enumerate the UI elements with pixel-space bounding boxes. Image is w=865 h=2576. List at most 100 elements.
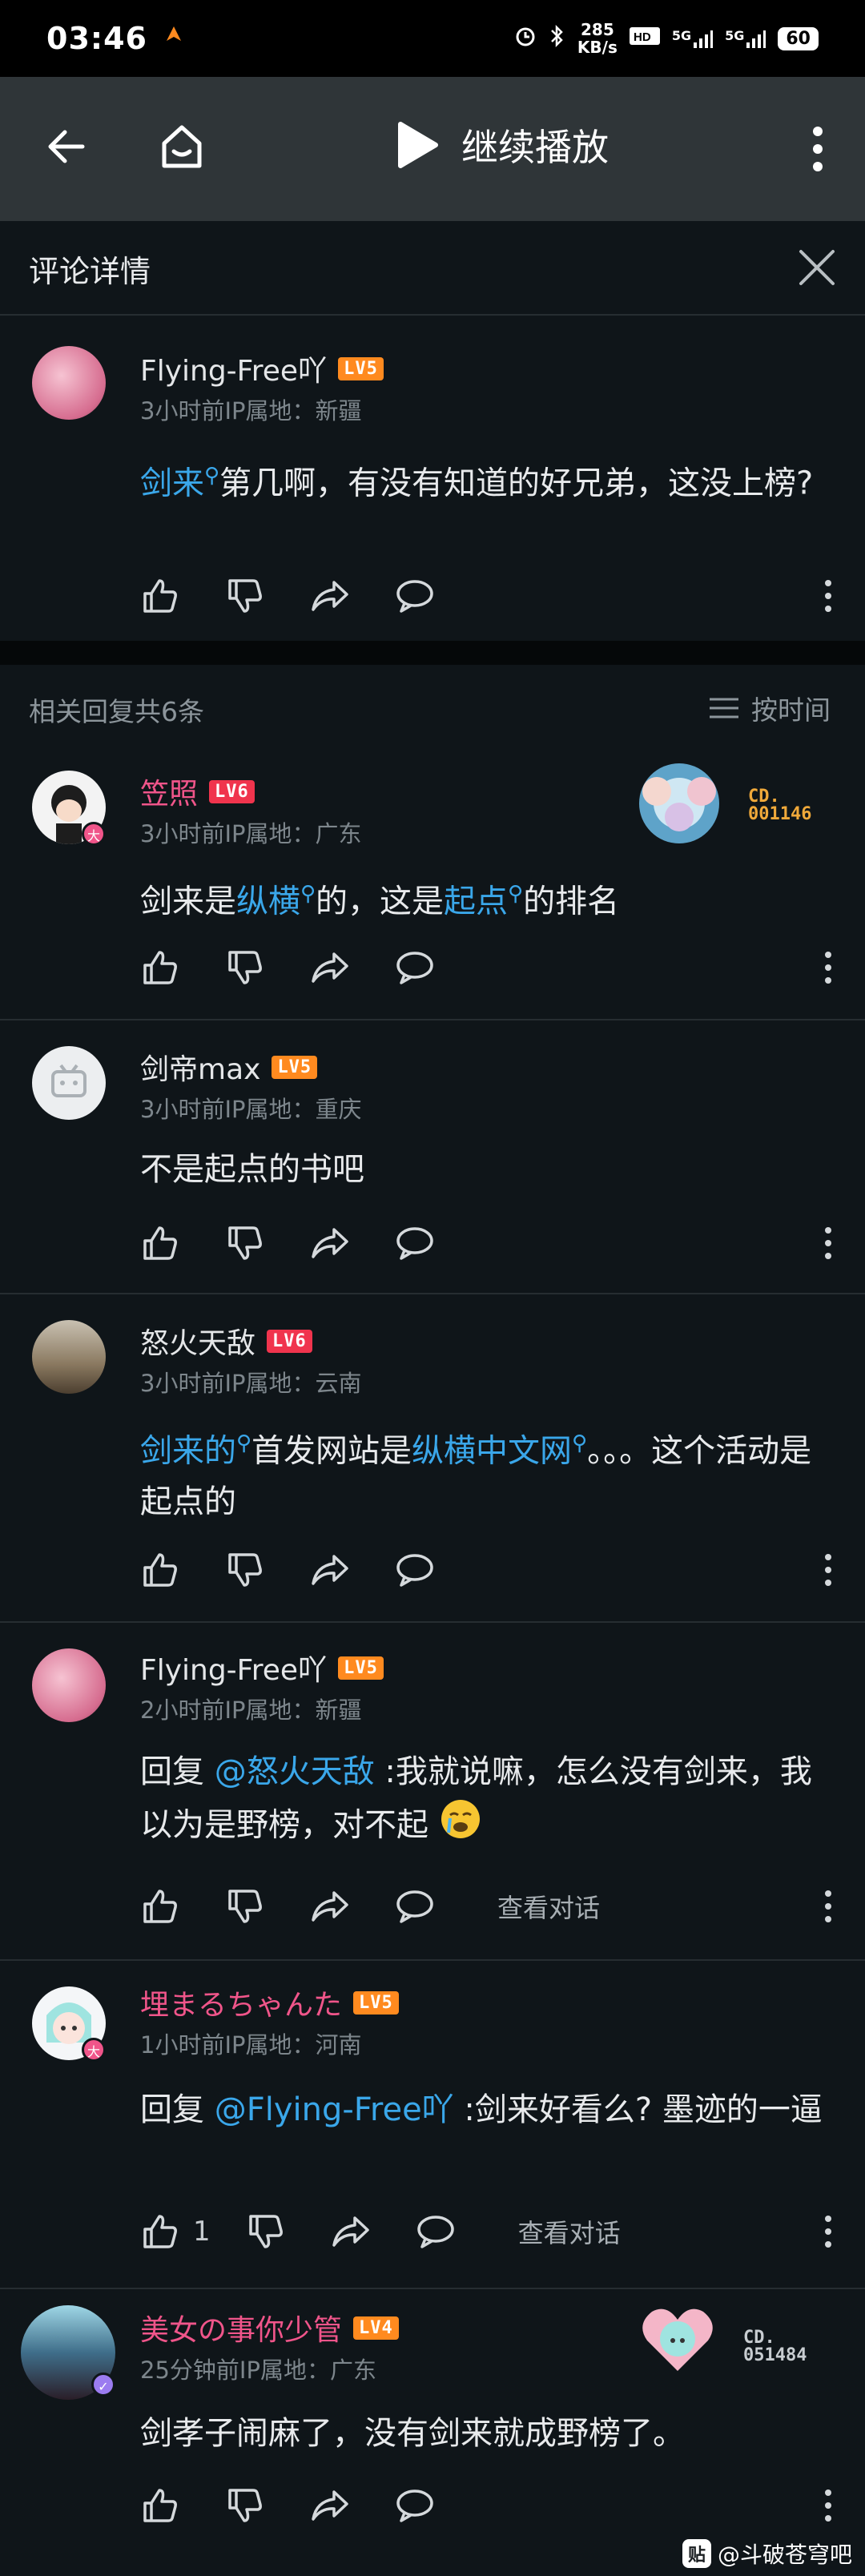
comment-bubble-icon	[396, 1890, 433, 1923]
comment-actions: 1 查看对话	[140, 2209, 837, 2254]
reply-item: Flying-Free吖 LV5 2小时前IP属地：新疆 回复 @怒火天敌 :我…	[0, 1623, 865, 1959]
reply-button[interactable]	[395, 1886, 435, 1926]
dislike-button[interactable]	[225, 1223, 265, 1263]
dislike-button[interactable]	[225, 2485, 265, 2526]
fan-decoration[interactable]	[633, 759, 726, 847]
reply-button[interactable]	[395, 1223, 435, 1263]
username[interactable]: 美女の事你少管 LV4	[140, 2307, 399, 2349]
share-button[interactable]	[310, 948, 350, 988]
keyword-link[interactable]: 纵横	[236, 883, 300, 920]
share-icon	[312, 1555, 348, 1585]
hd-icon: HD	[629, 24, 661, 53]
view-conversation-link[interactable]: 查看对话	[518, 2213, 621, 2250]
share-button[interactable]	[310, 1886, 350, 1926]
text-segment: :剑来好看么? 墨迹的一逼	[453, 2091, 823, 2128]
username[interactable]: 剑帝max LV5	[140, 1046, 318, 1088]
username[interactable]: 笠照 LV6	[140, 771, 255, 812]
level-badge: LV6	[209, 779, 255, 803]
comment-text: 剑来是纵横⚲的，这是起点⚲的排名	[140, 868, 837, 927]
username-text: 埋まるちゃんた	[140, 1989, 343, 2022]
share-icon	[332, 2216, 369, 2247]
avatar[interactable]	[32, 1320, 106, 1394]
like-button[interactable]	[140, 576, 180, 616]
more-vertical-icon	[825, 2489, 831, 2522]
status-bar: 03:46 285 KB/s HD 5G 5G 60	[0, 0, 865, 77]
avatar[interactable]	[32, 1046, 106, 1120]
home-button[interactable]	[152, 117, 211, 176]
keyword-link[interactable]: 起点	[444, 883, 508, 920]
comment-actions	[140, 1221, 837, 1266]
status-time: 03:46	[46, 21, 147, 56]
signal-2: 5G	[725, 28, 766, 49]
like-button[interactable]	[140, 2485, 180, 2526]
reply-button[interactable]	[395, 948, 435, 988]
more-vertical-icon	[825, 952, 831, 984]
share-icon	[312, 1228, 348, 1258]
comment-more-button[interactable]	[820, 2209, 836, 2254]
comment-actions	[140, 574, 837, 618]
comment-more-button[interactable]	[820, 2483, 836, 2528]
comment-actions	[140, 945, 837, 990]
dislike-button[interactable]	[225, 1886, 265, 1926]
share-button[interactable]	[310, 2485, 350, 2526]
reply-item: ✓ 美女の事你少管 LV4 25分钟前IP属地：广东 CD. 051484 剑孝…	[0, 2289, 865, 2576]
search-icon: ⚲	[236, 1431, 252, 1455]
view-conversation-link[interactable]: 查看对话	[497, 1888, 600, 1925]
level-badge: LV4	[353, 2316, 399, 2340]
like-button[interactable]	[140, 1550, 180, 1590]
like-button[interactable]	[140, 948, 180, 988]
username[interactable]: 埋まるちゃんた LV5	[140, 1982, 399, 2023]
username-text: 剑帝max	[140, 1053, 261, 1086]
share-button[interactable]	[331, 2212, 371, 2252]
dislike-button[interactable]	[225, 948, 265, 988]
share-button[interactable]	[310, 576, 350, 616]
nav-more-button[interactable]	[798, 117, 838, 181]
username[interactable]: Flying-Free吖 LV5	[140, 348, 384, 389]
back-arrow-icon	[48, 130, 85, 163]
fan-number-value: 051484	[743, 2345, 807, 2365]
share-icon	[312, 581, 348, 611]
like-button[interactable]	[140, 1223, 180, 1263]
dislike-button[interactable]	[225, 576, 265, 616]
avatar[interactable]	[32, 346, 106, 420]
thumb-up-icon	[143, 1226, 177, 1260]
comment-more-button[interactable]	[820, 945, 836, 990]
signal-1: 5G	[672, 28, 714, 49]
avatar[interactable]	[32, 1648, 106, 1722]
dislike-button[interactable]	[225, 1550, 265, 1590]
thumb-down-icon	[248, 2215, 283, 2248]
comment-text: 剑来的⚲首发网站是纵横中文网⚲。。。这个活动是起点的	[140, 1418, 837, 1527]
share-button[interactable]	[310, 1223, 350, 1263]
fan-decoration[interactable]	[639, 2300, 716, 2377]
keyword-link[interactable]: 剑来	[140, 465, 204, 501]
keyword-link[interactable]: 纵横中文网	[412, 1432, 572, 1469]
reply-button[interactable]	[416, 2212, 456, 2252]
share-button[interactable]	[310, 1550, 350, 1590]
reply-button[interactable]	[395, 576, 435, 616]
thumb-down-icon	[228, 1226, 262, 1260]
reply-button[interactable]	[395, 1550, 435, 1590]
text-segment: 首发网站是	[251, 1432, 412, 1470]
comment-more-button[interactable]	[820, 574, 836, 618]
sort-by-time-button[interactable]: 按时间	[708, 689, 831, 727]
reply-button[interactable]	[395, 2485, 435, 2526]
level-badge: LV6	[267, 1329, 312, 1353]
continue-play-button[interactable]: 继续播放	[392, 119, 609, 171]
back-button[interactable]	[38, 119, 95, 175]
keyword-link[interactable]: 剑来的	[140, 1432, 236, 1469]
like-button[interactable]	[140, 1886, 180, 1926]
like-count: 1	[193, 2216, 211, 2248]
comment-more-button[interactable]	[820, 1884, 836, 1929]
username[interactable]: 怒火天敌 LV6	[140, 1320, 312, 1362]
mention-link[interactable]: @Flying-Free吖	[215, 2091, 454, 2128]
comment-more-button[interactable]	[820, 1221, 836, 1266]
close-button[interactable]	[793, 244, 841, 292]
home-icon	[162, 125, 202, 168]
comment-more-button[interactable]	[820, 1548, 836, 1592]
dislike-button[interactable]	[246, 2212, 286, 2252]
username[interactable]: Flying-Free吖 LV5	[140, 1647, 384, 1688]
comment-meta: 25分钟前IP属地：广东	[140, 2357, 376, 2384]
mention-link[interactable]: @怒火天敌	[215, 1753, 375, 1790]
like-button[interactable]	[140, 2212, 180, 2252]
thumb-down-icon	[228, 1890, 262, 1923]
